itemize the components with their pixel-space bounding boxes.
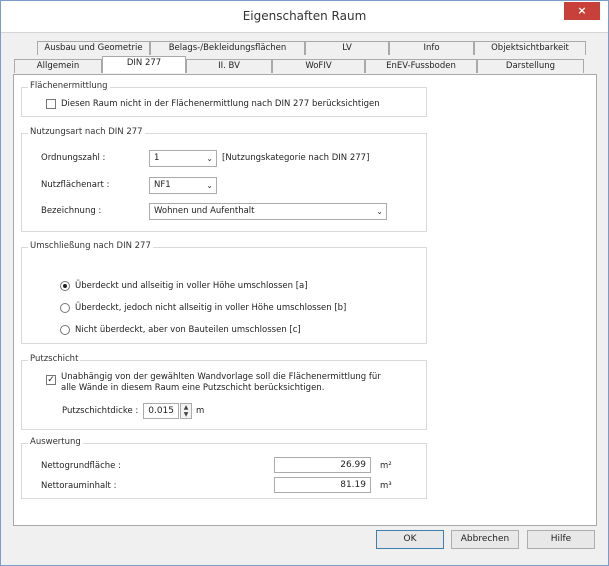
tab-wofiv[interactable]: WoFIV	[272, 59, 365, 73]
help-button[interactable]: Hilfe	[527, 530, 595, 549]
tab-din-277[interactable]: DIN 277	[102, 56, 186, 73]
tab-objektsichtbarkeit[interactable]: Objektsichtbarkeit	[474, 41, 586, 55]
group-title-auswertung: Auswertung	[28, 437, 83, 447]
putzschicht-checkbox[interactable]: ✓	[46, 375, 56, 385]
nettorauminhalt-value: 81.19	[274, 477, 371, 493]
ordnungszahl-value: 1	[154, 153, 160, 163]
chevron-down-icon: ⌄	[206, 181, 213, 190]
nettogrundflaeche-unit: m²	[380, 461, 392, 471]
ordnungszahl-select[interactable]: 1 ⌄	[149, 150, 217, 167]
group-flaechenermittlung: Flächenermittlung Diesen Raum nicht in d…	[21, 81, 427, 117]
nutzflaechenart-label: Nutzflächenart :	[41, 180, 110, 190]
bezeichnung-select[interactable]: Wohnen und Aufenthalt ⌄	[149, 203, 387, 220]
ok-button[interactable]: OK	[376, 530, 444, 549]
enclosure-option-c-label: Nicht überdeckt, aber von Bauteilen umsc…	[75, 325, 301, 335]
enclosure-radio-c[interactable]	[60, 325, 70, 335]
putzschichtdicke-input[interactable]: 0.015	[143, 403, 179, 419]
putzschichtdicke-unit: m	[196, 406, 205, 416]
putzschicht-label-line2: alle Wände in diesem Raum eine Putzschic…	[61, 383, 325, 393]
exclude-area-label: Diesen Raum nicht in der Flächenermittlu…	[61, 99, 380, 109]
exclude-area-checkbox[interactable]	[46, 99, 56, 109]
tab-darstellung[interactable]: Darstellung	[477, 59, 584, 73]
enclosure-radio-a[interactable]	[60, 281, 70, 291]
putzschicht-label-line1: Unabhängig von der gewählten Wandvorlage…	[61, 372, 381, 382]
tab-panel-din-277: Flächenermittlung Diesen Raum nicht in d…	[13, 74, 597, 526]
enclosure-option-b-label: Überdeckt, jedoch nicht allseitig in vol…	[75, 303, 347, 313]
group-nutzungsart: Nutzungsart nach DIN 277 Ordnungszahl : …	[21, 127, 427, 232]
ordnungszahl-label: Ordnungszahl :	[41, 153, 106, 163]
nettogrundflaeche-value: 26.99	[274, 457, 371, 473]
nettorauminhalt-label: Nettorauminhalt :	[41, 481, 117, 491]
group-title-putzschicht: Putzschicht	[28, 354, 81, 364]
group-putzschicht: Putzschicht ✓ Unabhängig von der gewählt…	[21, 354, 427, 430]
tab-enev-fussboden[interactable]: EnEV-Fussboden	[365, 59, 477, 73]
tab-belagsflaechen[interactable]: Belags-/Bekleidungsflächen	[150, 41, 305, 55]
bezeichnung-value: Wohnen und Aufenthalt	[154, 206, 255, 216]
ordnungszahl-note: [Nutzungskategorie nach DIN 277]	[222, 153, 370, 163]
nettogrundflaeche-label: Nettogrundfläche :	[41, 461, 121, 471]
tab-lv[interactable]: LV	[305, 41, 389, 55]
group-title-flaechenermittlung: Flächenermittlung	[28, 81, 110, 91]
group-title-umschliessung: Umschließung nach DIN 277	[28, 241, 153, 251]
group-umschliessung: Umschließung nach DIN 277 Überdeckt und …	[21, 241, 427, 344]
tab-allgemein[interactable]: Allgemein	[14, 59, 102, 73]
bezeichnung-label: Bezeichnung :	[41, 206, 102, 216]
group-title-nutzungsart: Nutzungsart nach DIN 277	[28, 127, 145, 137]
chevron-down-icon: ⌄	[376, 207, 383, 216]
enclosure-option-a-label: Überdeckt und allseitig in voller Höhe u…	[75, 281, 308, 291]
enclosure-radio-b[interactable]	[60, 303, 70, 313]
window-title: Eigenschaften Raum	[242, 9, 367, 23]
radio-selected-dot	[63, 284, 67, 288]
group-auswertung: Auswertung Nettogrundfläche : 26.99 m² N…	[21, 437, 427, 499]
nutzflaechenart-select[interactable]: NF1 ⌄	[149, 177, 217, 194]
title-bar: Eigenschaften Raum ×	[1, 1, 608, 33]
tab-ausbau-geometrie[interactable]: Ausbau und Geometrie	[37, 41, 150, 55]
cancel-button[interactable]: Abbrechen	[451, 530, 519, 549]
close-button[interactable]: ×	[564, 2, 600, 20]
putzschichtdicke-spinner[interactable]: ▲ ▼	[180, 403, 192, 419]
nutzflaechenart-value: NF1	[154, 180, 171, 190]
tab-info[interactable]: Info	[389, 41, 474, 55]
tab-ii-bv[interactable]: II. BV	[186, 59, 272, 73]
putzschichtdicke-label: Putzschichtdicke :	[62, 406, 139, 416]
nettorauminhalt-unit: m³	[380, 481, 392, 491]
chevron-down-icon: ⌄	[206, 154, 213, 163]
